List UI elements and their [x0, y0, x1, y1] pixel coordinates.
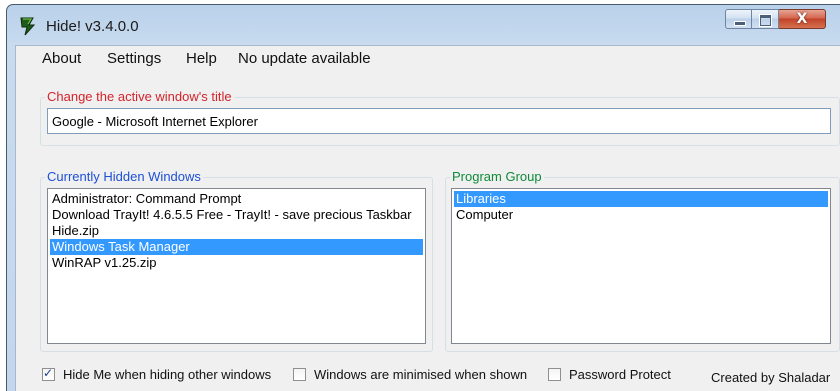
list-item-selected[interactable]: Libraries [454, 191, 828, 207]
maximize-icon [752, 10, 778, 28]
list-item[interactable]: Administrator: Command Prompt [50, 191, 423, 207]
hidden-windows-list[interactable]: Administrator: Command Prompt Download T… [47, 188, 426, 344]
close-icon: X [796, 11, 808, 27]
program-group-list[interactable]: Libraries Computer [451, 188, 831, 344]
maximize-button[interactable] [752, 9, 779, 29]
list-item-selected[interactable]: Windows Task Manager [50, 239, 423, 255]
hidden-windows-legend: Currently Hidden Windows [45, 169, 203, 185]
password-checkbox[interactable]: Password Protect [548, 367, 671, 382]
client-area: About Settings Help No update available … [15, 45, 840, 391]
menu-settings[interactable]: Settings [107, 50, 161, 67]
menu-bar: About Settings Help No update available [16, 46, 840, 70]
window-title: Hide! v3.4.0.0 [46, 18, 139, 35]
credit-text: Created by Shaladar [711, 370, 831, 385]
rename-group-legend: Change the active window's title [45, 89, 234, 105]
minimised-checkbox-box[interactable] [293, 368, 306, 381]
menu-update-status[interactable]: No update available [238, 50, 371, 67]
program-group-legend: Program Group [450, 169, 544, 185]
list-item[interactable]: Computer [454, 207, 828, 223]
hide-me-label: Hide Me when hiding other windows [63, 367, 272, 382]
list-item[interactable]: WinRAP v1.25.zip [50, 255, 423, 271]
minimize-button[interactable] [725, 9, 752, 29]
title-bar[interactable]: Hide! v3.4.0.0 X [7, 5, 840, 45]
list-item[interactable]: Download TrayIt! 4.6.5.5 Free - TrayIt! … [50, 207, 423, 223]
list-item[interactable]: Hide.zip [50, 223, 423, 239]
password-label: Password Protect [569, 367, 671, 382]
checkmark-icon: ✓ [43, 366, 54, 380]
app-window: Hide! v3.4.0.0 X About Settings Help No … [6, 4, 840, 391]
minimised-checkbox[interactable]: Windows are minimised when shown [293, 367, 527, 382]
app-leaf-icon [20, 17, 36, 36]
menu-help[interactable]: Help [186, 50, 217, 67]
minimize-icon [726, 10, 751, 28]
menu-about[interactable]: About [42, 50, 81, 67]
window-title-input[interactable] [47, 108, 831, 134]
password-checkbox-box[interactable] [548, 368, 561, 381]
minimised-label: Windows are minimised when shown [314, 367, 528, 382]
close-button[interactable]: X [779, 9, 826, 29]
hide-me-checkbox-box[interactable]: ✓ [42, 366, 55, 381]
hide-me-checkbox[interactable]: ✓ Hide Me when hiding other windows [42, 366, 272, 382]
